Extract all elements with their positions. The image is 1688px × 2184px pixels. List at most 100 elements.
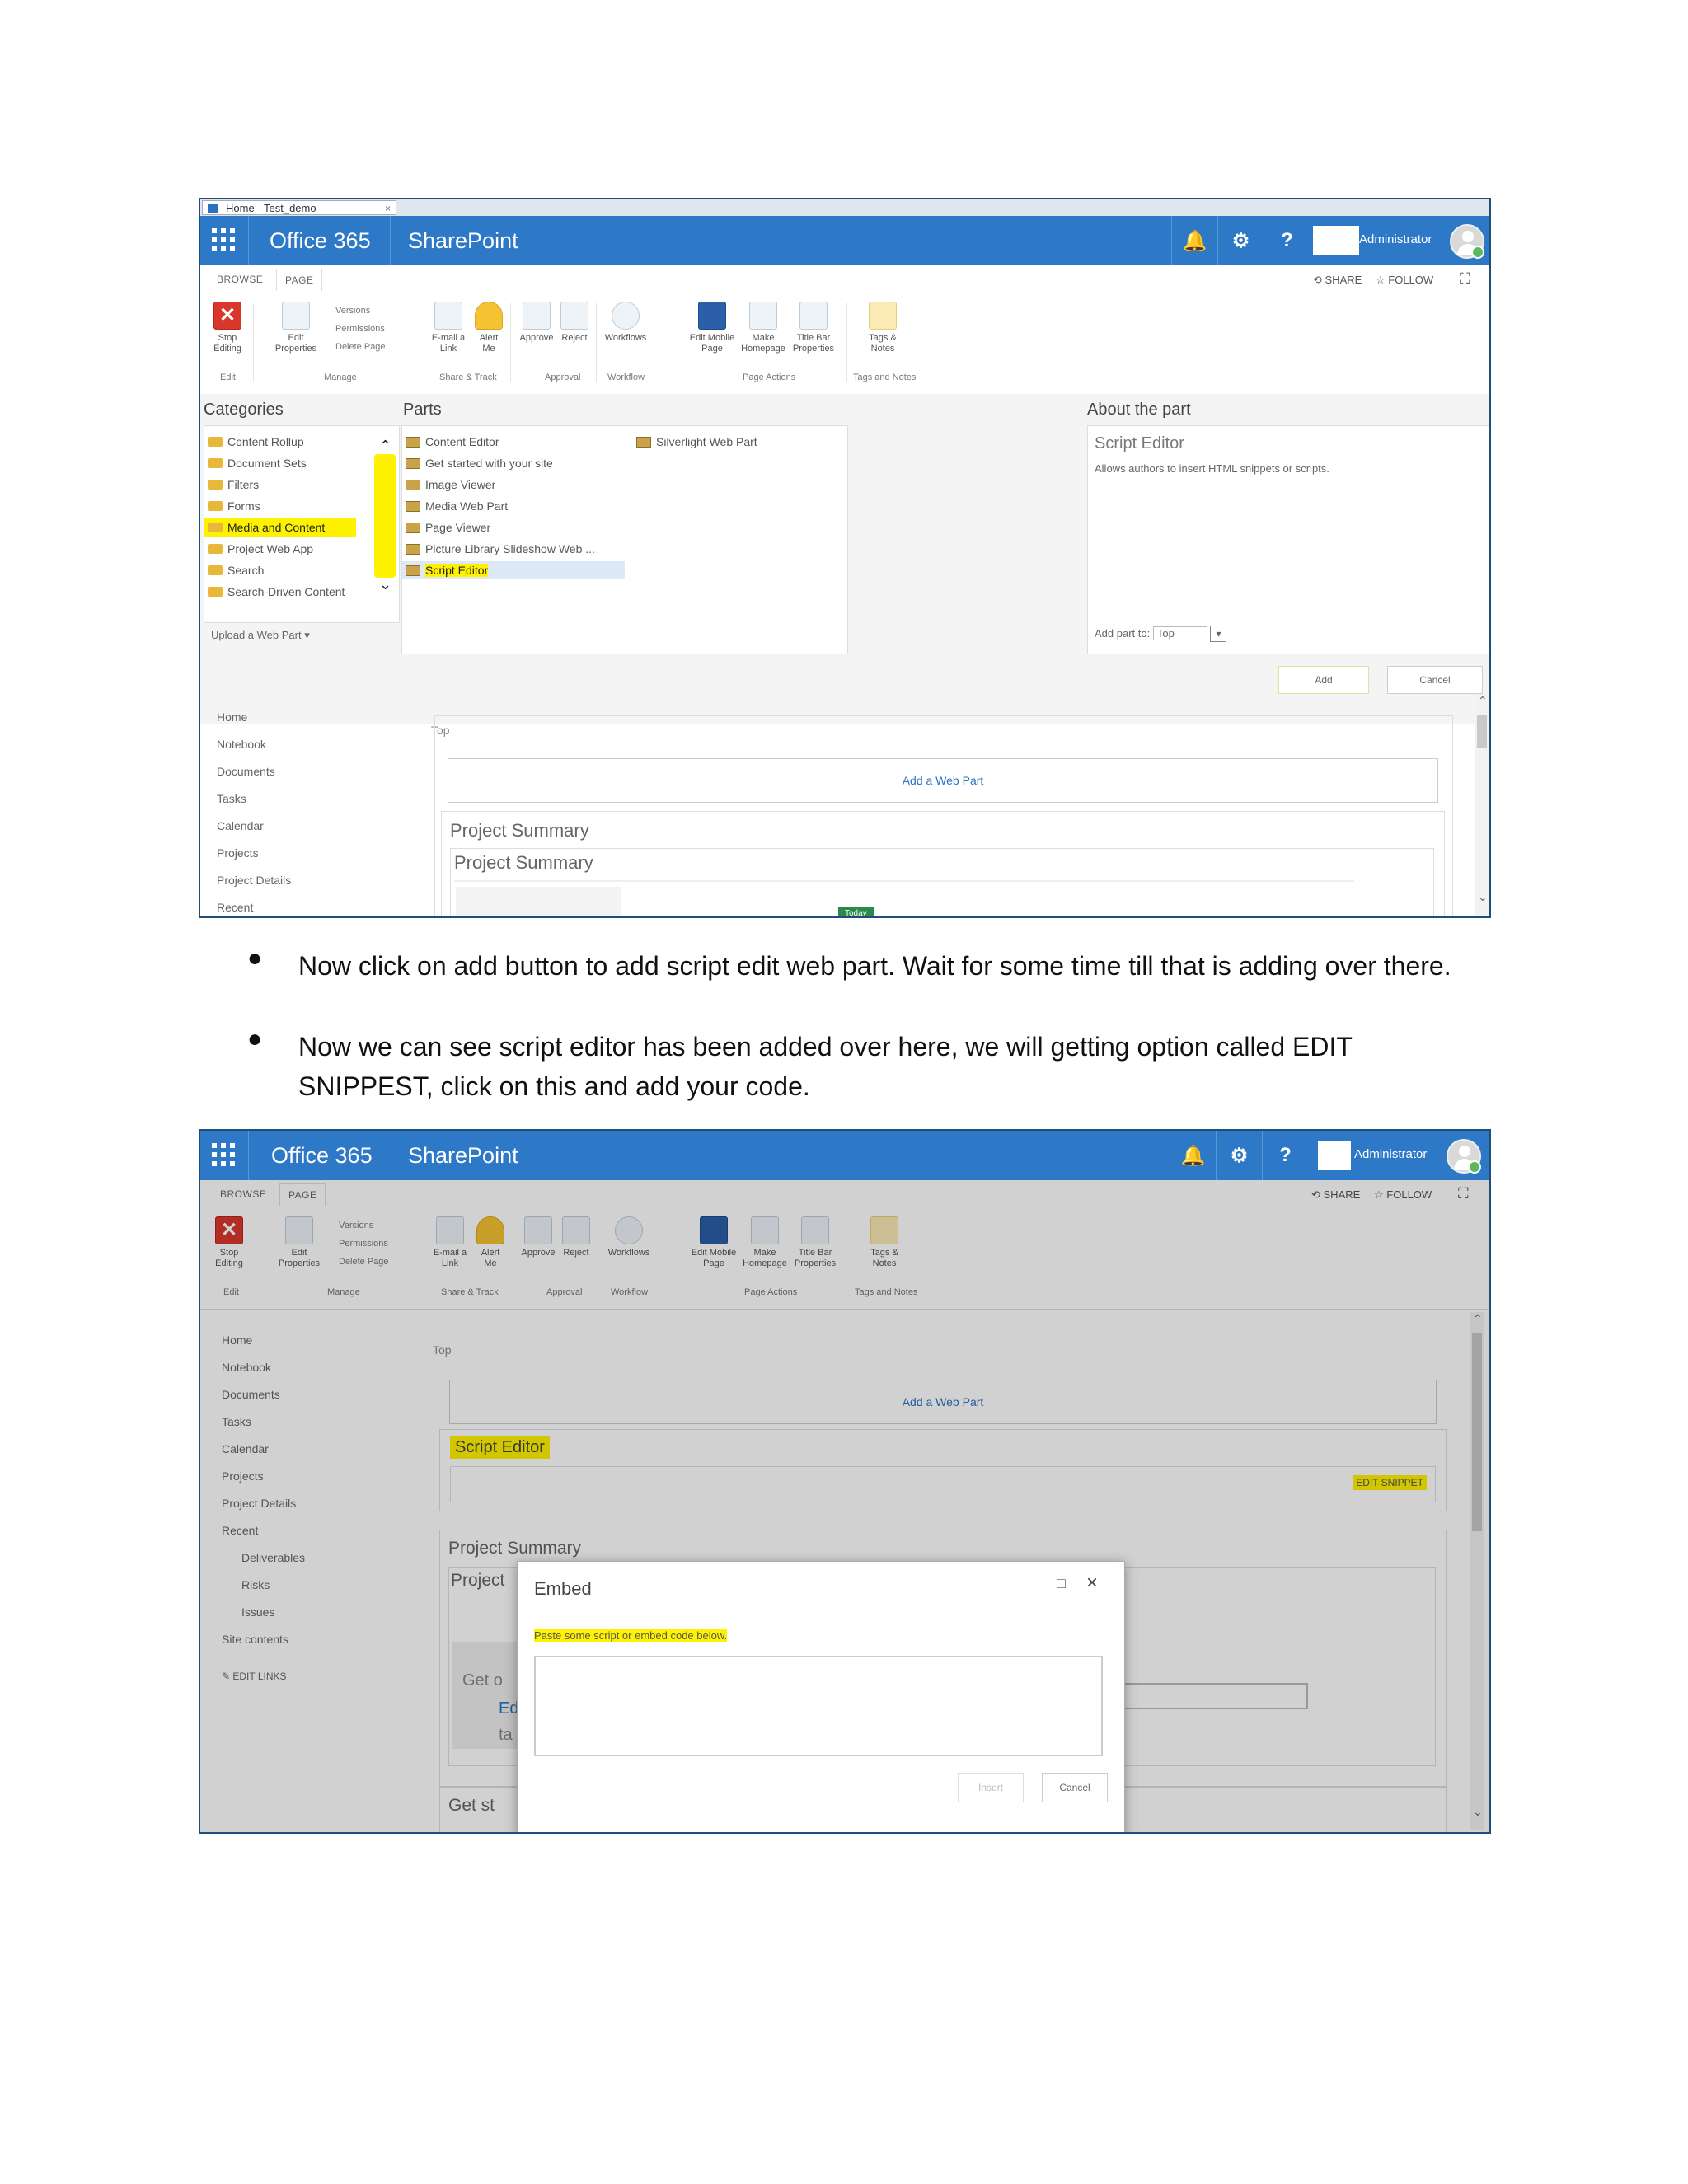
category-item[interactable]: Forms bbox=[204, 497, 260, 515]
help-icon[interactable]: ? bbox=[1264, 216, 1310, 265]
quick-launch-nav: Home Notebook Documents Tasks Calendar P… bbox=[217, 704, 291, 916]
nav-item-recent[interactable]: Recent bbox=[217, 894, 291, 916]
zone-dropdown-icon[interactable]: ▾ bbox=[1210, 626, 1227, 642]
group-workflow-label: Workflow bbox=[607, 373, 645, 382]
part-item[interactable]: Image Viewer bbox=[402, 476, 495, 494]
tab-browse[interactable]: BROWSE bbox=[217, 274, 263, 285]
nav-item-home[interactable]: Home bbox=[217, 704, 291, 731]
workflows-button[interactable]: Workflows bbox=[603, 302, 649, 344]
help-icon[interactable]: ? bbox=[1262, 1131, 1308, 1180]
scroll-up-arrow-icon[interactable]: ⌃ bbox=[379, 438, 392, 455]
web-part-icon bbox=[636, 437, 651, 448]
today-badge: Today bbox=[838, 907, 874, 916]
nav-item-documents[interactable]: Documents bbox=[217, 758, 291, 785]
tags-notes-button[interactable]: Tags & Notes bbox=[861, 302, 904, 354]
browser-tab[interactable]: Home - Test_demo × bbox=[202, 200, 396, 215]
categories-scrollbar[interactable]: ⌃ ⌄ bbox=[374, 438, 396, 594]
user-avatar[interactable] bbox=[1450, 224, 1484, 259]
suite-product-name[interactable]: SharePoint bbox=[408, 227, 518, 254]
insert-button[interactable]: Insert bbox=[958, 1773, 1024, 1802]
upload-web-part-menu[interactable]: Upload a Web Part ▾ bbox=[211, 629, 310, 642]
user-name-box[interactable]: Administrator bbox=[1318, 1141, 1453, 1170]
cancel-button[interactable]: Cancel bbox=[1042, 1773, 1108, 1802]
edit-properties-button[interactable]: Edit Properties bbox=[271, 302, 321, 354]
scroll-up-icon[interactable]: ⌃ bbox=[1478, 694, 1488, 708]
settings-gear-icon[interactable]: ⚙ bbox=[1216, 1131, 1262, 1180]
settings-gear-icon[interactable]: ⚙ bbox=[1217, 216, 1264, 265]
suite-product-name[interactable]: SharePoint bbox=[408, 1142, 518, 1169]
project-summary-web-part: Project Summary Project Summary Today bbox=[441, 811, 1445, 916]
versions-button[interactable]: Versions bbox=[335, 302, 386, 320]
tab-close-icon[interactable]: × bbox=[385, 201, 391, 216]
part-item[interactable]: Get started with your site bbox=[402, 454, 553, 472]
user-name-box[interactable]: Administrator bbox=[1313, 226, 1448, 255]
scroll-down-arrow-icon[interactable]: ⌄ bbox=[379, 576, 392, 593]
stop-editing-button[interactable]: ✕ Stop Editing bbox=[207, 302, 248, 354]
instruction-paragraph-2: Now we can see script editor has been ad… bbox=[298, 1032, 1353, 1101]
web-part-icon bbox=[406, 501, 420, 512]
maximize-icon[interactable]: □ bbox=[1057, 1575, 1066, 1592]
part-item-selected[interactable]: Script Editor bbox=[402, 561, 625, 579]
part-item[interactable]: Silverlight Web Part bbox=[633, 433, 757, 451]
part-item[interactable]: Content Editor bbox=[402, 433, 499, 451]
category-item[interactable]: Search-Driven Content bbox=[204, 583, 345, 601]
app-launcher-icon[interactable] bbox=[212, 228, 237, 253]
nav-item-projects[interactable]: Projects bbox=[217, 840, 291, 867]
app-launcher-icon[interactable] bbox=[212, 1143, 237, 1168]
user-avatar[interactable] bbox=[1447, 1139, 1481, 1174]
categories-list: Content Rollup Document Sets Filters For… bbox=[204, 425, 400, 641]
part-item[interactable]: Media Web Part bbox=[402, 497, 508, 515]
folder-icon bbox=[208, 437, 223, 447]
part-item[interactable]: Picture Library Slideshow Web ... bbox=[402, 540, 595, 558]
notifications-bell-icon[interactable]: 🔔 bbox=[1171, 216, 1217, 265]
scroll-down-icon[interactable]: ⌄ bbox=[1478, 890, 1488, 904]
project-summary-inner: Project Summary Today bbox=[450, 848, 1434, 916]
suite-app-name[interactable]: Office 365 bbox=[270, 227, 371, 254]
alert-me-button[interactable]: Alert Me bbox=[472, 302, 505, 354]
permissions-button[interactable]: Permissions bbox=[335, 320, 386, 338]
share-link[interactable]: ⟲ SHARE bbox=[1313, 274, 1362, 287]
make-homepage-button[interactable]: Make Homepage bbox=[739, 302, 787, 354]
suite-app-name[interactable]: Office 365 bbox=[271, 1142, 373, 1169]
nav-item-calendar[interactable]: Calendar bbox=[217, 813, 291, 840]
add-web-part-link[interactable]: Add a Web Part bbox=[448, 758, 1438, 803]
reject-button[interactable]: Reject bbox=[558, 302, 591, 344]
part-item[interactable]: Page Viewer bbox=[402, 518, 490, 537]
tab-page[interactable]: PAGE bbox=[276, 269, 323, 291]
nav-item-tasks[interactable]: Tasks bbox=[217, 785, 291, 813]
notifications-bell-icon[interactable]: 🔔 bbox=[1170, 1131, 1216, 1180]
category-item[interactable]: Filters bbox=[204, 476, 259, 494]
category-item[interactable]: Search bbox=[204, 561, 264, 579]
title-bar-icon bbox=[799, 302, 828, 330]
zone-select[interactable]: Top bbox=[1152, 626, 1207, 640]
embed-code-textarea[interactable] bbox=[534, 1656, 1103, 1756]
nav-item-notebook[interactable]: Notebook bbox=[217, 731, 291, 758]
folder-icon bbox=[208, 565, 223, 575]
cancel-button[interactable]: Cancel bbox=[1387, 666, 1483, 694]
web-part-icon bbox=[406, 544, 420, 555]
email-link-button[interactable]: E-mail a Link bbox=[429, 302, 467, 354]
delete-page-button[interactable]: Delete Page bbox=[335, 338, 386, 356]
title-bar-properties-button[interactable]: Title Bar Properties bbox=[789, 302, 838, 354]
parts-heading: Parts bbox=[403, 401, 442, 419]
folder-icon bbox=[208, 458, 223, 468]
about-part-description: Allows authors to insert HTML snippets o… bbox=[1095, 462, 1329, 475]
category-item[interactable]: Document Sets bbox=[204, 454, 307, 472]
category-item-selected[interactable]: Media and Content bbox=[204, 518, 356, 537]
approve-button[interactable]: Approve bbox=[518, 302, 555, 344]
edit-properties-icon bbox=[282, 302, 310, 330]
add-button[interactable]: Add bbox=[1278, 666, 1369, 694]
close-icon[interactable]: × bbox=[1086, 1572, 1098, 1595]
screenshot-embed-dialog: Office 365 SharePoint 🔔 ⚙ ? Administrato… bbox=[199, 1129, 1491, 1834]
web-part-adder: Categories Content Rollup Document Sets … bbox=[200, 394, 1489, 724]
approve-icon bbox=[523, 302, 551, 330]
group-approval-label: Approval bbox=[545, 373, 581, 382]
follow-link[interactable]: ☆ FOLLOW bbox=[1376, 274, 1433, 287]
page-scrollbar[interactable]: ⌃ ⌄ bbox=[1475, 694, 1489, 916]
category-item[interactable]: Project Web App bbox=[204, 540, 313, 558]
nav-item-project-details[interactable]: Project Details bbox=[217, 867, 291, 894]
edit-mobile-page-button[interactable]: Edit Mobile Page bbox=[687, 302, 738, 354]
focus-on-content-icon[interactable]: ⛶ bbox=[1460, 270, 1470, 288]
category-item[interactable]: Content Rollup bbox=[204, 433, 304, 451]
scroll-thumb[interactable] bbox=[1477, 715, 1487, 748]
